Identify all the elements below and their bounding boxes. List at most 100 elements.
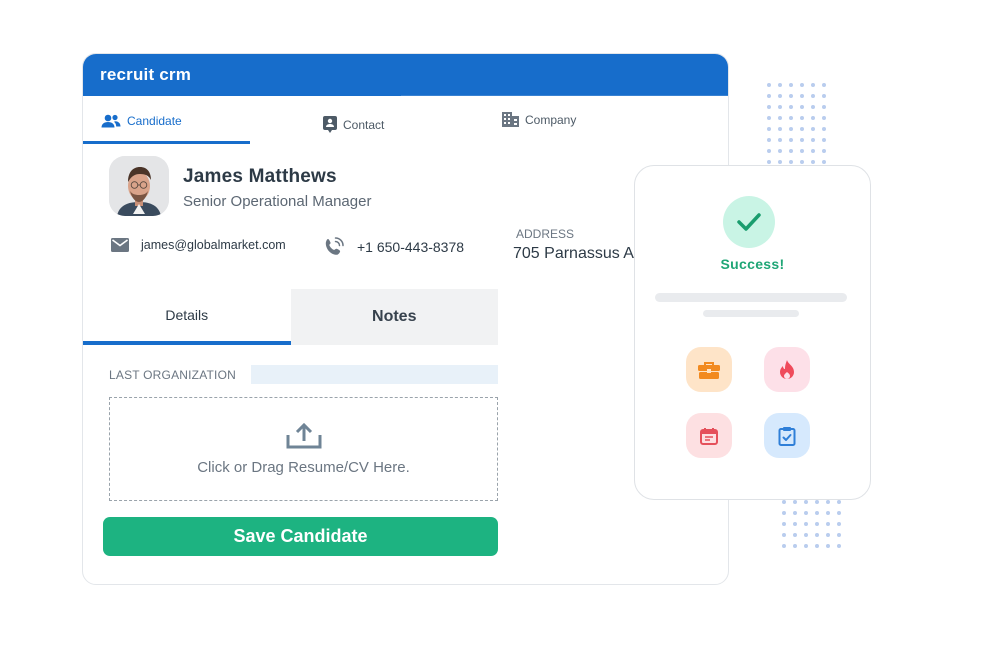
decorative-dot bbox=[815, 533, 819, 537]
decorative-dot bbox=[815, 500, 819, 504]
tab-candidate[interactable]: Candidate bbox=[101, 114, 182, 128]
last-organization-input[interactable] bbox=[251, 365, 498, 384]
decorative-dot bbox=[826, 544, 830, 548]
calendar-tile[interactable] bbox=[686, 413, 732, 458]
decorative-dot bbox=[800, 83, 804, 87]
decorative-dot bbox=[800, 138, 804, 142]
phone-line: +1 650-443-8378 bbox=[323, 236, 464, 258]
tab-details[interactable]: Details bbox=[83, 289, 291, 345]
decorative-dot bbox=[778, 127, 782, 131]
candidate-name: James Matthews bbox=[183, 166, 337, 187]
decorative-dot bbox=[811, 160, 815, 164]
address-value: 705 Parnassus A bbox=[513, 245, 634, 262]
clipboard-tile[interactable] bbox=[764, 413, 810, 458]
mail-icon bbox=[111, 238, 129, 252]
candidate-email[interactable]: james@globalmarket.com bbox=[141, 238, 286, 252]
contact-card-icon bbox=[323, 116, 337, 133]
success-message: Success! bbox=[720, 256, 785, 272]
decorative-dot bbox=[800, 160, 804, 164]
save-candidate-button[interactable]: Save Candidate bbox=[103, 517, 498, 556]
tab-contact[interactable]: Contact bbox=[323, 116, 384, 133]
decorative-dot bbox=[811, 83, 815, 87]
decorative-dot bbox=[789, 94, 793, 98]
decorative-dot bbox=[811, 94, 815, 98]
decorative-dot bbox=[800, 105, 804, 109]
decorative-dot bbox=[789, 127, 793, 131]
decorative-dot bbox=[804, 533, 808, 537]
calendar-icon bbox=[700, 427, 718, 445]
decorative-dot bbox=[782, 500, 786, 504]
decorative-dot bbox=[815, 544, 819, 548]
briefcase-tile[interactable] bbox=[686, 347, 732, 392]
decorative-dot bbox=[793, 511, 797, 515]
decorative-dot bbox=[767, 105, 771, 109]
decorative-dot bbox=[767, 149, 771, 153]
address-label: ADDRESS bbox=[516, 227, 575, 241]
decorative-dot bbox=[782, 533, 786, 537]
resume-dropzone[interactable]: Click or Drag Resume/CV Here. bbox=[109, 397, 498, 501]
decorative-dot-grid-top bbox=[767, 83, 833, 171]
tab-contact-label: Contact bbox=[343, 117, 385, 132]
decorative-dot bbox=[822, 105, 826, 109]
decorative-dot bbox=[789, 160, 793, 164]
decorative-dot bbox=[778, 116, 782, 120]
detail-tabs: Details Notes bbox=[83, 289, 498, 345]
crm-candidate-card: recruit crm Candidate Contact Company Ja… bbox=[82, 53, 729, 585]
decorative-dot bbox=[778, 160, 782, 164]
decorative-dot bbox=[822, 149, 826, 153]
candidate-profile: James Matthews Senior Operational Manage… bbox=[109, 156, 371, 216]
decorative-dot bbox=[804, 500, 808, 504]
decorative-dot bbox=[822, 138, 826, 142]
decorative-dot-grid-bottom bbox=[782, 500, 848, 555]
fire-tile[interactable] bbox=[764, 347, 810, 392]
avatar bbox=[109, 156, 169, 216]
decorative-dot bbox=[837, 533, 841, 537]
avatar-photo bbox=[109, 156, 169, 216]
active-tab-indicator bbox=[83, 141, 250, 144]
decorative-dot bbox=[778, 138, 782, 142]
app-header: recruit crm bbox=[83, 54, 728, 96]
phone-call-icon bbox=[325, 237, 344, 255]
decorative-dot bbox=[826, 511, 830, 515]
decorative-dot bbox=[804, 522, 808, 526]
app-logo: recruit crm bbox=[100, 65, 192, 84]
entity-tabs: Candidate Contact Company bbox=[83, 96, 728, 144]
decorative-dot bbox=[778, 149, 782, 153]
last-organization-label: LAST ORGANIZATION bbox=[109, 368, 236, 382]
candidate-title: Senior Operational Manager bbox=[183, 193, 372, 210]
email-line: james@globalmarket.com bbox=[111, 238, 286, 252]
decorative-dot bbox=[804, 511, 808, 515]
decorative-dot bbox=[778, 94, 782, 98]
tab-company[interactable]: Company bbox=[502, 112, 576, 127]
decorative-dot bbox=[815, 522, 819, 526]
dropzone-text: Click or Drag Resume/CV Here. bbox=[197, 458, 410, 476]
decorative-dot bbox=[811, 105, 815, 109]
upload-icon bbox=[286, 422, 321, 448]
decorative-dot bbox=[800, 127, 804, 131]
decorative-dot bbox=[782, 511, 786, 515]
checkmark-icon bbox=[737, 213, 761, 231]
tab-candidate-label: Candidate bbox=[127, 114, 182, 128]
decorative-dot bbox=[789, 116, 793, 120]
candidate-phone[interactable]: +1 650-443-8378 bbox=[357, 239, 464, 255]
decorative-dot bbox=[837, 544, 841, 548]
decorative-dot bbox=[826, 500, 830, 504]
decorative-dot bbox=[767, 138, 771, 142]
success-badge bbox=[723, 196, 775, 248]
decorative-dot bbox=[789, 105, 793, 109]
decorative-dot bbox=[778, 83, 782, 87]
decorative-dot bbox=[837, 522, 841, 526]
briefcase-icon bbox=[698, 361, 720, 379]
decorative-dot bbox=[800, 149, 804, 153]
decorative-dot bbox=[811, 116, 815, 120]
clipboard-check-icon bbox=[778, 426, 796, 446]
users-icon bbox=[101, 114, 121, 128]
decorative-dot bbox=[789, 83, 793, 87]
decorative-dot bbox=[793, 533, 797, 537]
tab-notes[interactable]: Notes bbox=[290, 289, 498, 345]
decorative-dot bbox=[789, 138, 793, 142]
decorative-dot bbox=[804, 544, 808, 548]
decorative-dot bbox=[822, 83, 826, 87]
decorative-dot bbox=[811, 149, 815, 153]
decorative-dot bbox=[837, 500, 841, 504]
